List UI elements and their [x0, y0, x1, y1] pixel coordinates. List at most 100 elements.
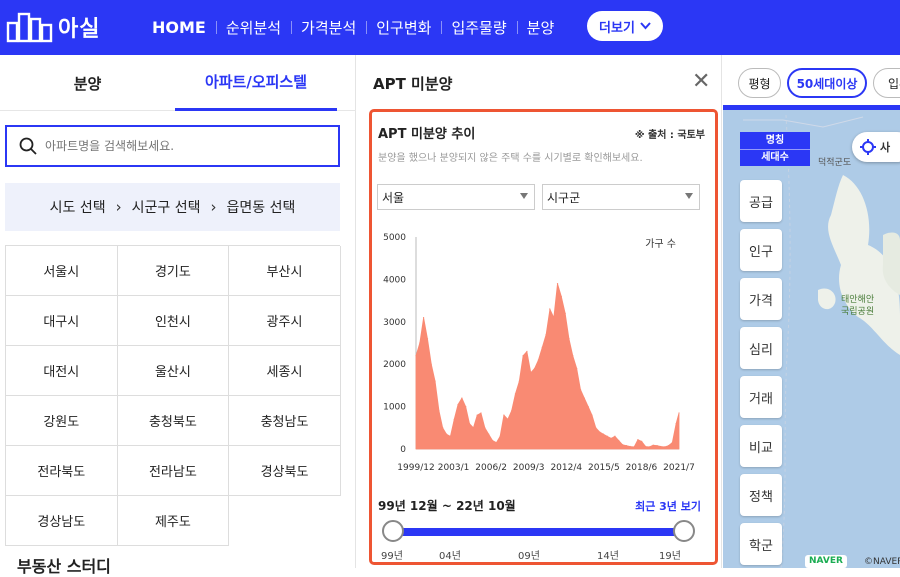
x-tick-label: 2012/4	[550, 463, 582, 472]
crosshair-icon	[860, 139, 876, 155]
dropdown-arrow-icon	[685, 193, 693, 199]
x-tick-label: 2009/3	[513, 463, 545, 472]
data-point	[430, 363, 432, 365]
x-tick-label: 2003/1	[438, 463, 470, 472]
map-panel[interactable]: 평형 50세대이상 입주 명칭 세대수 사 덕적군도 태안해안 국립공원 공급 …	[723, 55, 900, 568]
region-select-value: 서울	[382, 190, 405, 205]
data-point	[472, 427, 474, 429]
nav-home[interactable]: HOME	[150, 18, 216, 37]
map-place-label: 덕적군도	[818, 158, 852, 168]
data-point	[484, 427, 486, 429]
region-cell[interactable]: 세종시	[229, 346, 341, 396]
map-btn-policy[interactable]: 정책	[740, 474, 782, 516]
filter-chip-movein[interactable]: 입주	[873, 68, 900, 98]
data-point	[511, 410, 513, 412]
search-box[interactable]	[5, 125, 340, 167]
trend-card: APT 미분양 추이 ※ 출처 : 국토부 분양을 했으나 분양되지 않은 주택…	[369, 109, 718, 565]
region-cell[interactable]: 광주시	[229, 296, 341, 346]
region-cell[interactable]: 대구시	[6, 296, 118, 346]
chevron-down-icon	[640, 22, 651, 30]
data-point	[633, 446, 635, 448]
data-point	[503, 414, 505, 416]
nav-price[interactable]: 가격분석	[291, 17, 366, 38]
period-slider-track[interactable]	[393, 528, 685, 536]
region-cell[interactable]: 전라남도	[117, 446, 230, 496]
district-select[interactable]: 시구군	[542, 184, 700, 210]
map-btn-price[interactable]: 가격	[740, 278, 782, 320]
data-point	[434, 380, 436, 382]
tab-apartment-officetel[interactable]: 아파트/오피스텔	[175, 55, 337, 111]
region-cell[interactable]: 대전시	[6, 346, 118, 396]
region-cell[interactable]: 전라북도	[6, 446, 118, 496]
region-cell[interactable]: 인천시	[117, 296, 230, 346]
filter-chip-size[interactable]: 평형	[738, 68, 781, 98]
source-note: ※ 출처 : 국토부	[634, 130, 705, 141]
slider-end-handle[interactable]	[673, 520, 695, 542]
my-location-button[interactable]: 사	[852, 132, 900, 162]
data-point	[499, 435, 501, 437]
region-cell[interactable]: 울산시	[117, 346, 230, 396]
data-point	[610, 437, 612, 439]
data-point	[614, 435, 616, 437]
slider-label: 04년	[439, 551, 461, 562]
region-cell[interactable]: 경상남도	[6, 496, 118, 546]
region-select[interactable]: 서울	[377, 184, 535, 210]
region-cell[interactable]: 경기도	[117, 246, 230, 296]
region-cell[interactable]: 경상북도	[229, 446, 341, 496]
logo[interactable]: 아실	[6, 10, 100, 44]
data-point	[644, 445, 647, 448]
slider-label: 09년	[518, 551, 540, 562]
map-btn-compare[interactable]: 비교	[740, 425, 782, 467]
region-cell[interactable]: 부산시	[229, 246, 341, 296]
data-point	[522, 355, 524, 357]
map-btn-population[interactable]: 인구	[740, 229, 782, 271]
tab-presale[interactable]: 분양	[0, 55, 175, 111]
region-cell[interactable]: 강원도	[6, 396, 118, 446]
region-cell[interactable]: 서울시	[6, 246, 118, 296]
map-btn-school[interactable]: 학군	[740, 523, 782, 565]
data-point	[560, 295, 562, 297]
top-header: 아실 HOME 순위분석 가격분석 인구변화 입주물량 분양 더보기	[0, 0, 900, 55]
nav-supply[interactable]: 입주물량	[441, 17, 516, 38]
data-point	[553, 316, 555, 319]
data-point	[618, 439, 620, 442]
naver-copyright: ©NAVER	[864, 557, 900, 567]
map-btn-trade[interactable]: 거래	[740, 376, 782, 418]
data-point	[419, 342, 421, 344]
close-icon[interactable]: ✕	[692, 71, 710, 93]
search-input[interactable]	[45, 139, 315, 153]
region-grid: 서울시 경기도 부산시 대구시 인천시 광주시 대전시 울산시 세종시 강원도 …	[5, 245, 341, 546]
more-button[interactable]: 더보기	[587, 11, 663, 41]
naver-logo: NAVER	[805, 555, 847, 568]
district-select-value: 시구군	[547, 190, 581, 205]
range-text: 99년 12월 ~ 22년 10월	[378, 499, 516, 513]
data-point	[568, 338, 570, 340]
data-point	[549, 308, 551, 310]
nav-population[interactable]: 인구변화	[366, 17, 441, 38]
y-tick-label: 4000	[383, 275, 406, 285]
step-eupmyeondong[interactable]: 읍면동 선택	[226, 197, 295, 217]
region-cell[interactable]: 충청북도	[117, 396, 230, 446]
region-cell[interactable]: 제주도	[117, 496, 230, 546]
tab-bar: 분양 아파트/오피스텔	[0, 55, 356, 111]
map-btn-supply[interactable]: 공급	[740, 180, 782, 222]
data-point	[426, 338, 429, 340]
data-point	[583, 397, 585, 399]
region-breadcrumb: 시도 선택 › 시군구 선택 › 읍면동 선택	[5, 183, 340, 231]
chevron-right-icon: ›	[210, 198, 217, 216]
data-point	[556, 283, 559, 285]
chart-legend: 가구 수	[645, 238, 676, 250]
data-point	[652, 444, 654, 446]
recent-3-years-link[interactable]: 최근 3년 보기	[635, 498, 701, 514]
filter-chip-50units[interactable]: 50세대이상	[787, 68, 867, 98]
region-cell[interactable]: 충청남도	[229, 396, 341, 446]
nav-ranking[interactable]: 순위분석	[215, 17, 291, 38]
slider-start-handle[interactable]	[382, 520, 404, 542]
legend-title: 명칭	[765, 135, 785, 146]
map-btn-sentiment[interactable]: 심리	[740, 327, 782, 369]
nav-presale[interactable]: 분양	[516, 17, 565, 38]
data-point	[587, 406, 589, 408]
step-sigungu[interactable]: 시군구 선택	[132, 197, 201, 217]
step-sido[interactable]: 시도 선택	[50, 197, 106, 217]
data-point	[572, 355, 574, 357]
